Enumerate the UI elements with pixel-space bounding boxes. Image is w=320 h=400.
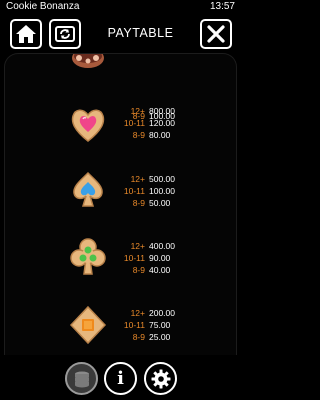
pay-count: 10-11 <box>123 253 145 263</box>
pay-count: 8-9 <box>132 198 145 208</box>
status-bar: Cookie Bonanza 13:57 <box>0 0 241 14</box>
paytable-row-heart: 12+ 800.00 10-11 120.00 8-9 80.00 <box>5 105 236 165</box>
close-icon <box>207 25 225 43</box>
app-name: Cookie Bonanza <box>6 1 80 12</box>
pay-count: 12+ <box>130 308 145 318</box>
pay-line: 8-9 50.00 <box>117 197 183 209</box>
autoplay-button[interactable] <box>49 19 81 49</box>
cookie-sandwich-icon <box>72 54 104 68</box>
info-button[interactable]: i <box>104 362 137 395</box>
club-cookie-icon <box>70 238 106 275</box>
spade-cookie-icon <box>73 171 103 207</box>
pay-count: 10-11 <box>123 118 145 128</box>
pay-value: 40.00 <box>149 265 171 275</box>
settings-button[interactable] <box>144 362 177 395</box>
pay-value: 800.00 <box>149 106 175 116</box>
heart-cookie-icon <box>71 109 105 142</box>
pay-line: 10-11 120.00 <box>117 117 183 129</box>
pay-line: 12+ 500.00 <box>117 173 183 185</box>
pay-line: 10-11 75.00 <box>117 319 183 331</box>
pay-line: 10-11 100.00 <box>117 185 183 197</box>
pay-line: 8-9 80.00 <box>117 129 183 141</box>
pay-value: 100.00 <box>149 186 175 196</box>
pay-value: 90.00 <box>149 253 171 263</box>
pay-count: 8-9 <box>132 332 145 342</box>
paytable-row-club: 12+ 400.00 10-11 90.00 8-9 40.00 <box>5 238 236 300</box>
home-button[interactable] <box>10 19 42 49</box>
pay-count: 10-11 <box>123 320 145 330</box>
pay-value: 50.00 <box>149 198 171 208</box>
pay-line: 8-9 40.00 <box>117 264 183 276</box>
close-button[interactable] <box>200 19 232 49</box>
pay-count: 8-9 <box>132 130 145 140</box>
pay-line: 12+ 200.00 <box>117 307 183 319</box>
page-title: PAYTABLE <box>107 26 174 40</box>
pay-line: 12+ 400.00 <box>117 240 183 252</box>
pay-count: 10-11 <box>123 186 145 196</box>
pay-count: 12+ <box>130 174 145 184</box>
paytable-row-diamond: 12+ 200.00 10-11 75.00 8-9 25.00 <box>5 305 236 355</box>
home-icon <box>16 25 36 43</box>
pay-value: 200.00 <box>149 308 175 318</box>
pay-count: 12+ <box>130 241 145 251</box>
pay-line: 12+ 800.00 <box>117 105 183 117</box>
bottom-bar: i <box>0 355 241 400</box>
paytable-row-spade: 12+ 500.00 10-11 100.00 8-9 50.00 <box>5 171 236 233</box>
pay-value: 400.00 <box>149 241 175 251</box>
clock: 13:57 <box>209 1 235 12</box>
pay-value: 25.00 <box>149 332 171 342</box>
pay-value: 75.00 <box>149 320 171 330</box>
pay-line: 8-9 25.00 <box>117 331 183 343</box>
pay-value: 80.00 <box>149 130 171 140</box>
paytable-row-partial: 8-9 100.00 <box>5 54 236 121</box>
pay-count: 8-9 <box>132 265 145 275</box>
pay-value: 500.00 <box>149 174 175 184</box>
diamond-cookie-icon <box>69 305 107 345</box>
coin-stack-icon <box>74 371 89 387</box>
info-icon: i <box>117 368 124 389</box>
pay-count: 12+ <box>130 106 145 116</box>
autoplay-icon <box>55 26 75 42</box>
gear-icon <box>151 369 170 388</box>
stake-button[interactable] <box>65 362 98 395</box>
top-bar: PAYTABLE <box>0 14 241 52</box>
pay-line: 10-11 90.00 <box>117 252 183 264</box>
pay-value: 120.00 <box>149 118 175 128</box>
paytable-panel[interactable]: 8-9 100.00 12+ 800.00 10-11 120.00 8-9 8… <box>4 53 237 355</box>
